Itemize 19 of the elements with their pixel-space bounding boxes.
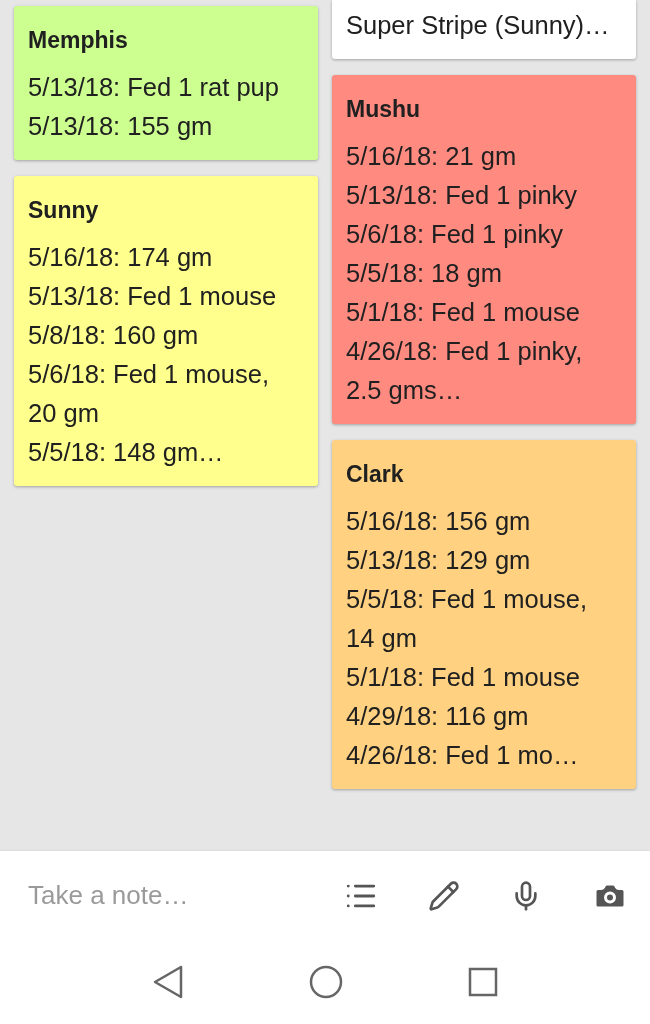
note-text: 5/13/18: Fed 1 rat pup 5/13/18: 155 gm [28, 72, 280, 142]
note-title: Memphis [28, 26, 129, 55]
recents-icon[interactable] [467, 967, 498, 997]
note-text: Super Stripe (Sunny)… [346, 10, 611, 41]
note-text: 5/16/18: 174 gm 5/13/18: Fed 1 mouse 5/8/18: 160 gm 5/6/18: Fed 1 mouse, 20 gm 5/5/18: 148 gm… [28, 242, 278, 468]
note-text: 5/16/18: 21 gm 5/13/18: Fed 1 pinky 5/6/18: Fed 1 pinky 5/5/18: 18 gm 5/1/18: Fed 1 mouse 4/26/18: Fed 1 pinky, 2.5 gms… [346, 141, 584, 406]
note-input[interactable]: Take a note… [28, 876, 344, 915]
note-card[interactable]: Super Stripe (Sunny)… [332, 0, 636, 59]
pen-icon[interactable] [428, 879, 460, 912]
note-card[interactable]: Mushu 5/16/18: 21 gm 5/13/18: Fed 1 pinky 5/6/18: Fed 1 pinky 5/5/18: 18 gm 5/1/18: Fed 1 mouse 4/26/18: Fed 1 pinky, 2.5 gms… [332, 75, 636, 424]
back-icon[interactable] [152, 965, 185, 999]
note-card[interactable]: Sunny 5/16/18: 174 gm 5/13/18: Fed 1 mouse 5/8/18: 160 gm 5/6/18: Fed 1 mouse, 20 gm 5/5/18: 148 gm… [14, 176, 318, 486]
note-card[interactable]: Clark 5/16/18: 156 gm 5/13/18: 129 gm 5/5/18: Fed 1 mouse, 14 gm 5/1/18: Fed 1 mouse 4/29/18: 116 gm 4/26/18: Fed 1 mo… [332, 440, 636, 789]
note-title: Clark [346, 460, 405, 489]
home-icon[interactable] [309, 965, 343, 999]
note-title: Mushu [346, 95, 422, 124]
note-title: Sunny [28, 196, 100, 225]
note-card[interactable]: Memphis 5/13/18: Fed 1 rat pup 5/13/18: 155 gm [14, 6, 318, 160]
note-text: 5/16/18: 156 gm 5/13/18: 129 gm 5/5/18: Fed 1 mouse, 14 gm 5/1/18: Fed 1 mouse 4/29/18: 116 gm 4/26/18: Fed 1 mo… [346, 506, 588, 771]
